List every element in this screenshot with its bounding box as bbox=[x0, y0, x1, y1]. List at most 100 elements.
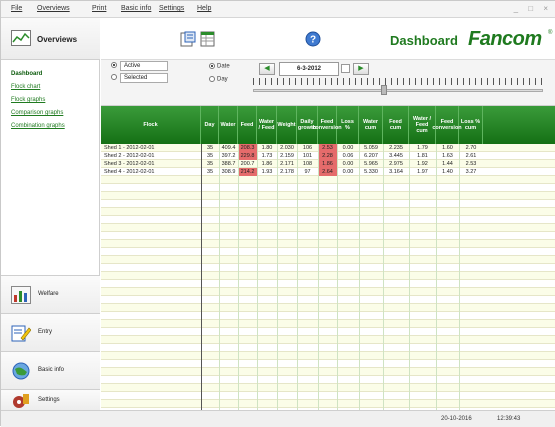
table-row[interactable]: Shed 3 - 2012-02-01 35 388.7 200.7 1.86 2.171… bbox=[101, 160, 555, 168]
table-row[interactable]: Shed 1 - 2012-02-01 35 409.4 208.3 1.80 2.030… bbox=[101, 144, 555, 152]
table-cell: 1.92 bbox=[417, 161, 428, 167]
table-row-empty bbox=[101, 272, 555, 280]
table-cell: 2.61 bbox=[465, 153, 477, 159]
menu-basic-info[interactable]: Basic info bbox=[121, 5, 151, 12]
column-header[interactable]: Feed bbox=[238, 106, 257, 144]
column-header[interactable]: Loss % cum bbox=[459, 106, 483, 144]
sidebar-header[interactable]: Overviews bbox=[1, 18, 100, 60]
column-header[interactable]: Flock bbox=[101, 106, 201, 144]
column-header[interactable]: Feed conversion bbox=[432, 106, 462, 144]
brand-registered-mark: ® bbox=[548, 30, 553, 36]
column-header[interactable]: Day bbox=[201, 106, 219, 144]
table-row-empty bbox=[101, 200, 555, 208]
date-slider-thumb[interactable] bbox=[381, 85, 387, 95]
active-field[interactable]: Active bbox=[120, 61, 168, 71]
date-slider-track[interactable] bbox=[253, 89, 543, 92]
table-cell: 2.28 bbox=[318, 152, 337, 160]
window-controls[interactable]: _ □ × bbox=[514, 4, 552, 13]
table-cell: 1.81 bbox=[417, 153, 428, 159]
overviews-icon bbox=[11, 30, 31, 46]
column-divider bbox=[297, 144, 298, 410]
brand-logo: Fancom bbox=[468, 28, 542, 50]
globe-icon bbox=[12, 362, 30, 380]
date-radio[interactable]: Date bbox=[209, 63, 230, 70]
entry-button[interactable]: Entry bbox=[1, 313, 100, 351]
column-header[interactable]: Feed conversion bbox=[312, 106, 342, 144]
nav-flock-graphs[interactable]: Flock graphs bbox=[11, 94, 65, 107]
welfare-label: Welfare bbox=[38, 291, 59, 297]
selected-field[interactable]: Selected bbox=[120, 73, 168, 83]
table-cell: 35 bbox=[206, 153, 214, 159]
app-window: File Overviews Print Basic info Settings… bbox=[0, 0, 555, 427]
table-cell: 3.27 bbox=[465, 169, 477, 175]
table-cell: 1.86 bbox=[318, 160, 337, 168]
column-header[interactable]: Weight bbox=[277, 106, 297, 144]
table-cell: 0.00 bbox=[342, 169, 354, 175]
table-cell: 1.97 bbox=[417, 169, 428, 175]
column-header[interactable]: Loss % bbox=[337, 106, 359, 144]
active-radio[interactable] bbox=[111, 62, 119, 69]
nav-flock-chart[interactable]: Flock chart bbox=[11, 81, 65, 94]
column-divider bbox=[359, 144, 360, 410]
column-divider bbox=[277, 144, 278, 410]
column-header[interactable]: Water bbox=[219, 106, 238, 144]
column-divider bbox=[409, 144, 410, 410]
export-icon[interactable] bbox=[180, 31, 196, 47]
table-cell: 2.975 bbox=[389, 161, 403, 167]
table-cell: 6.207 bbox=[364, 153, 378, 159]
table-cell: Shed 3 - 2012-02-01 bbox=[104, 161, 155, 167]
radio-dot-icon bbox=[111, 74, 117, 80]
column-header[interactable]: Feed cum bbox=[383, 106, 409, 144]
nav-comparison-graphs[interactable]: Comparison graphs bbox=[11, 107, 65, 120]
table-cell: 2.178 bbox=[280, 169, 294, 175]
nav-dashboard[interactable]: Dashboard bbox=[11, 68, 65, 81]
table-cell: 97 bbox=[304, 169, 311, 175]
day-radio[interactable]: Day bbox=[209, 76, 228, 83]
table-cell: 1.40 bbox=[442, 169, 453, 175]
radio-dot-icon bbox=[209, 76, 215, 82]
table-cell: 200.7 bbox=[240, 161, 255, 167]
welfare-button[interactable]: Welfare bbox=[1, 275, 100, 313]
basic-info-button[interactable]: Basic info bbox=[1, 351, 100, 389]
help-icon[interactable]: ? bbox=[305, 31, 321, 47]
table-row[interactable]: Shed 2 - 2012-02-01 35 397.2 229.8 1.73 2.159… bbox=[101, 152, 555, 160]
spreadsheet-icon[interactable] bbox=[200, 31, 216, 47]
menu-help[interactable]: Help bbox=[197, 5, 211, 12]
prev-date-button[interactable]: ◀ bbox=[259, 63, 275, 75]
header: ? Dashboard Fancom ® bbox=[101, 18, 555, 60]
entry-label: Entry bbox=[38, 329, 53, 335]
table-row-empty bbox=[101, 344, 555, 352]
day-radio-label: Day bbox=[217, 76, 228, 83]
calendar-icon[interactable] bbox=[341, 64, 350, 73]
table-row-empty bbox=[101, 400, 555, 408]
column-header[interactable]: Water / Feed bbox=[257, 106, 277, 144]
table-row[interactable]: Shed 4 - 2012-02-01 35 308.9 214.2 1.93 2.178… bbox=[101, 168, 555, 176]
table-cell: 0.06 bbox=[342, 153, 354, 159]
nav-combination-graphs[interactable]: Combination graphs bbox=[11, 120, 65, 133]
menu-file[interactable]: File bbox=[11, 5, 22, 12]
settings-button[interactable]: Settings bbox=[1, 389, 100, 410]
table-cell: 35 bbox=[206, 161, 214, 167]
table-cell: 1.73 bbox=[261, 153, 273, 159]
column-header[interactable]: Water cum bbox=[359, 106, 383, 144]
date-input[interactable]: 6-3-2012 bbox=[279, 62, 339, 76]
table-cell: 0.00 bbox=[342, 145, 354, 151]
table-header: Flock Day Water Feed Water / Feed Weight Daily… bbox=[101, 106, 555, 144]
table-cell: 229.8 bbox=[238, 152, 257, 160]
menu-print[interactable]: Print bbox=[92, 5, 106, 12]
table-row-empty bbox=[101, 192, 555, 200]
column-divider bbox=[238, 144, 239, 410]
selected-radio[interactable] bbox=[111, 74, 119, 81]
column-divider bbox=[201, 144, 202, 410]
menu-settings[interactable]: Settings bbox=[159, 5, 184, 12]
welfare-icon bbox=[11, 286, 31, 304]
next-date-button[interactable]: ▶ bbox=[353, 63, 369, 75]
table-row-empty bbox=[101, 208, 555, 216]
table-cell: 106 bbox=[302, 145, 313, 151]
table-cell: 1.79 bbox=[417, 145, 428, 151]
page-title: Dashboard bbox=[390, 33, 458, 48]
table-row-empty bbox=[101, 336, 555, 344]
table-cell: 1.63 bbox=[442, 153, 453, 159]
menu-overviews[interactable]: Overviews bbox=[37, 5, 70, 12]
table-cell: 2.235 bbox=[389, 145, 403, 151]
